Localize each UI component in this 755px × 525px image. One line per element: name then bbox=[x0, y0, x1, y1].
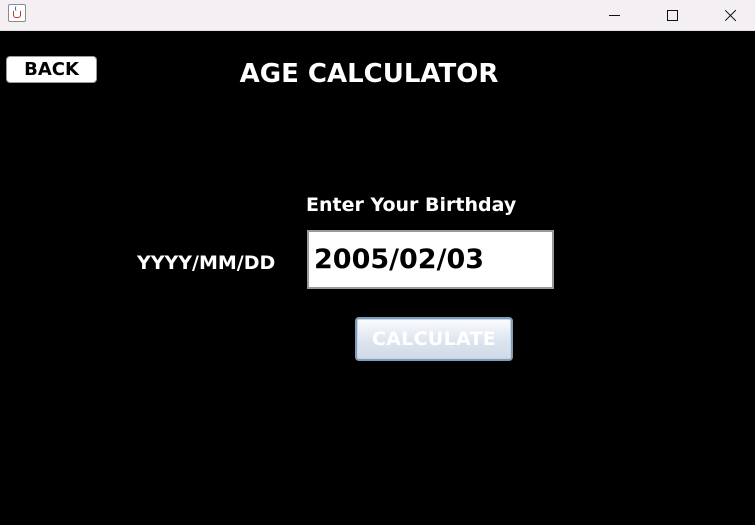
calculate-button[interactable]: CALCULATE bbox=[355, 317, 513, 361]
close-icon bbox=[724, 9, 737, 22]
minimize-icon bbox=[608, 15, 620, 16]
back-button[interactable]: BACK bbox=[6, 56, 97, 83]
minimize-button[interactable] bbox=[585, 0, 643, 31]
close-button[interactable] bbox=[701, 0, 755, 31]
window-titlebar bbox=[0, 0, 755, 31]
java-cup-icon bbox=[8, 4, 26, 22]
maximize-icon bbox=[666, 10, 678, 21]
page-title: AGE CALCULATOR bbox=[239, 59, 499, 89]
birthday-input[interactable] bbox=[307, 230, 554, 289]
birthday-prompt-label: Enter Your Birthday bbox=[306, 194, 517, 216]
date-format-label: YYYY/MM/DD bbox=[137, 252, 276, 274]
maximize-button[interactable] bbox=[643, 0, 701, 31]
